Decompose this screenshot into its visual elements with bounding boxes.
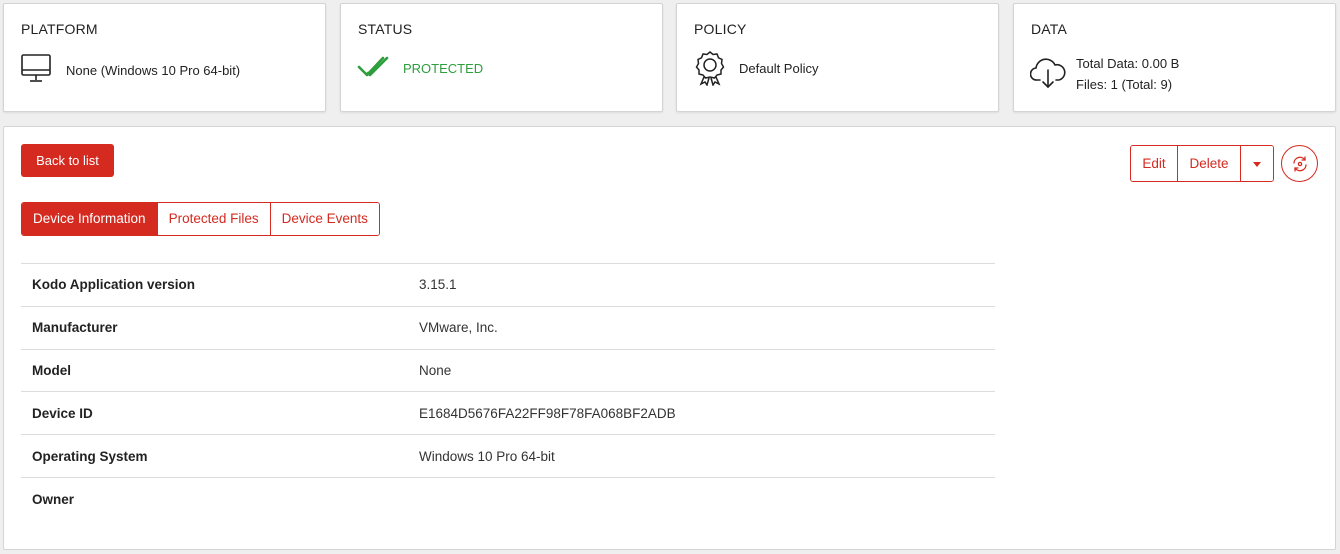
policy-card-title: POLICY xyxy=(694,21,747,37)
row-key: Device ID xyxy=(32,405,93,421)
platform-value: None (Windows 10 Pro 64-bit) xyxy=(66,63,241,78)
status-card: STATUS PROTECTED xyxy=(340,3,663,112)
delete-button[interactable]: Delete xyxy=(1178,146,1241,181)
row-key: Manufacturer xyxy=(32,320,118,336)
row-value: E1684D5676FA22FF98F78FA068BF2ADB xyxy=(419,405,676,421)
more-actions-dropdown[interactable] xyxy=(1241,146,1273,181)
platform-card-title: PLATFORM xyxy=(21,21,98,37)
back-to-list-button[interactable]: Back to list xyxy=(21,144,114,177)
status-card-title: STATUS xyxy=(358,21,413,37)
row-key: Operating System xyxy=(32,448,148,464)
policy-value: Default Policy xyxy=(739,61,819,76)
tab-device-information[interactable]: Device Information xyxy=(22,203,158,235)
table-row: Operating System Windows 10 Pro 64-bit xyxy=(21,434,995,478)
platform-card: PLATFORM None (Windows 10 Pro 64-bit) xyxy=(3,3,326,112)
row-value: VMware, Inc. xyxy=(419,320,498,336)
data-card-title: DATA xyxy=(1031,21,1068,37)
summary-cards: PLATFORM None (Windows 10 Pro 64-bit) ST… xyxy=(3,3,1336,112)
tab-device-events[interactable]: Device Events xyxy=(270,203,379,235)
double-check-icon xyxy=(357,54,391,90)
monitor-icon xyxy=(20,51,54,87)
data-card: DATA Total Data: 0.00 B Files: 1 (Total:… xyxy=(1013,3,1336,112)
table-row: Model None xyxy=(21,349,995,392)
row-value xyxy=(419,477,995,520)
table-row: Device ID E1684D5676FA22FF98F78FA068BF2A… xyxy=(21,391,995,435)
row-key: Model xyxy=(32,362,71,378)
device-info-table: Kodo Application version 3.15.1 Manufact… xyxy=(21,263,995,520)
status-value: PROTECTED xyxy=(403,61,484,76)
row-value: 3.15.1 xyxy=(419,277,457,293)
tab-protected-files[interactable]: Protected Files xyxy=(157,203,271,235)
table-row: Manufacturer VMware, Inc. xyxy=(21,306,995,349)
table-row: Kodo Application version 3.15.1 xyxy=(21,263,995,307)
table-row: Owner xyxy=(21,477,995,520)
badge-icon xyxy=(695,50,729,87)
device-detail-panel: Back to list Edit Delete Device Informat… xyxy=(3,126,1336,550)
refresh-button[interactable] xyxy=(1281,145,1318,182)
row-value: Windows 10 Pro 64-bit xyxy=(419,448,555,464)
files-count: Files: 1 (Total: 9) xyxy=(1076,77,1173,92)
caret-down-icon xyxy=(1253,161,1261,167)
policy-card: POLICY Default Policy xyxy=(676,3,999,112)
row-key: Owner xyxy=(32,491,75,507)
cloud-icon xyxy=(1029,56,1066,92)
edit-button[interactable]: Edit xyxy=(1131,146,1178,181)
action-button-group: Edit Delete xyxy=(1130,145,1274,182)
total-data: Total Data: 0.00 B xyxy=(1076,56,1180,71)
device-tabs: Device Information Protected Files Devic… xyxy=(21,202,380,236)
row-value: None xyxy=(419,362,452,378)
row-key: Kodo Application version xyxy=(32,277,196,293)
